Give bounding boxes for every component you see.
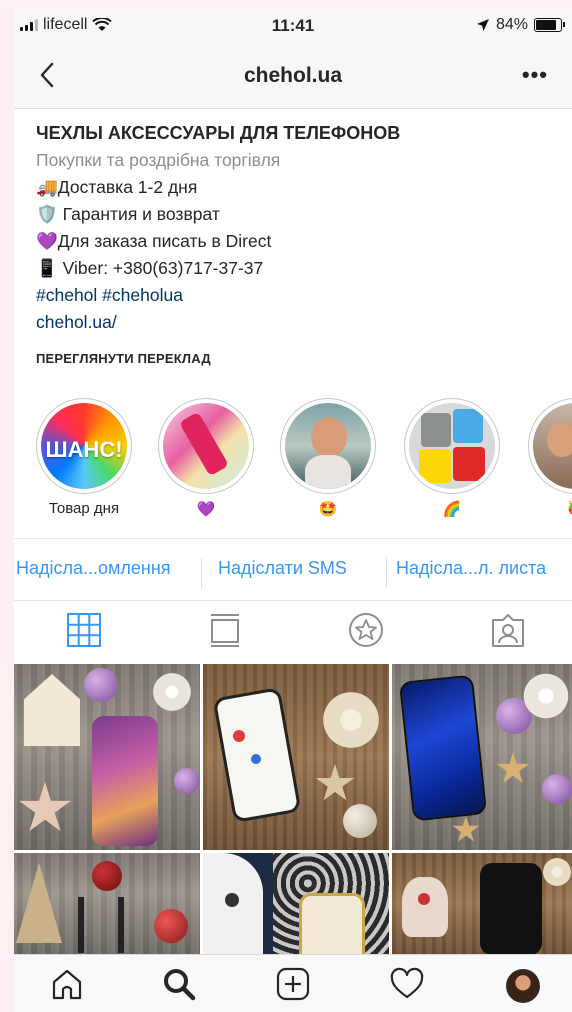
feed-icon[interactable] xyxy=(207,612,243,648)
story-highlights: ШАНС! Товар дня 💜 🤩 🌈 xyxy=(14,398,572,538)
highlight-label: 🍓 xyxy=(528,500,572,518)
bio-hashtags[interactable]: #chehol #cheholua xyxy=(36,282,556,309)
bio-line-delivery: 🚚Доставка 1-2 дня xyxy=(36,177,198,197)
bottom-tab-bar xyxy=(14,954,572,1012)
highlight-item[interactable]: 💜 xyxy=(158,398,258,518)
highlight-item[interactable]: ШАНС! Товар дня xyxy=(36,398,136,517)
bio-website-link[interactable]: chehol.ua/ xyxy=(36,309,556,336)
status-bar: lifecell 11:41 84% xyxy=(14,8,572,44)
grid-icon[interactable] xyxy=(66,612,102,648)
purple-heart-emoji-icon: 💜 xyxy=(36,231,58,251)
battery-icon xyxy=(534,18,565,32)
post-thumbnail[interactable] xyxy=(392,853,572,954)
home-icon[interactable] xyxy=(50,967,84,1001)
highlight-cover: ШАНС! xyxy=(41,403,127,489)
search-icon[interactable] xyxy=(162,967,196,1001)
tagged-icon[interactable] xyxy=(490,612,526,648)
profile-bio: ЧЕХЛЫ АКСЕССУАРЫ ДЛЯ ТЕЛЕФОНОВ Покупки т… xyxy=(36,120,556,336)
navigation-bar: chehol.ua ••• xyxy=(14,44,572,109)
highlight-cover xyxy=(409,403,495,489)
more-options-icon[interactable]: ••• xyxy=(522,62,548,88)
divider xyxy=(14,538,572,539)
profile-category: Покупки та роздрібна торгівля xyxy=(36,150,281,170)
truck-emoji-icon: 🚚 xyxy=(36,177,58,197)
divider xyxy=(201,558,202,588)
highlight-label: 🤩 xyxy=(318,501,338,518)
profile-avatar[interactable] xyxy=(506,969,540,1003)
instagram-profile-screen: lifecell 11:41 84% chehol.ua ••• ЧЕХЛЫ А… xyxy=(14,8,572,1012)
send-message-button[interactable]: Надісла...омлення xyxy=(16,558,171,579)
highlight-label: 💜 xyxy=(196,501,216,518)
post-thumbnail[interactable] xyxy=(14,853,200,954)
status-right: 84% xyxy=(476,16,565,34)
post-thumbnail[interactable] xyxy=(392,664,572,850)
phone-emoji-icon: 📱 xyxy=(36,258,58,278)
highlight-cover xyxy=(285,403,371,489)
highlight-cover-text: ШАНС! xyxy=(45,437,123,462)
send-sms-button[interactable]: Надіслати SMS xyxy=(218,558,347,579)
battery-percent: 84% xyxy=(495,16,528,33)
profile-display-name: ЧЕХЛЫ АКСЕССУАРЫ ДЛЯ ТЕЛЕФОНОВ xyxy=(36,123,401,143)
highlight-cover xyxy=(163,403,249,489)
bio-line-guarantee: 🛡️ Гарантия и возврат xyxy=(36,204,220,224)
highlight-cover xyxy=(533,403,572,489)
send-email-button[interactable]: Надісла...л. листа xyxy=(396,558,546,579)
location-arrow-icon xyxy=(476,19,489,31)
post-thumbnail[interactable] xyxy=(203,853,389,954)
highlight-label: 🌈 xyxy=(442,501,462,518)
contact-options: Надісла...омлення Надіслати SMS Надісла.… xyxy=(14,548,572,600)
divider xyxy=(386,558,387,588)
highlight-item[interactable]: 🤩 xyxy=(280,398,380,518)
profile-username: chehol.ua xyxy=(243,64,343,87)
activity-heart-icon[interactable] xyxy=(390,967,424,1001)
profile-tabs xyxy=(14,600,572,660)
post-thumbnail[interactable] xyxy=(203,664,389,850)
shield-emoji-icon: 🛡️ xyxy=(36,204,58,224)
saved-star-icon[interactable] xyxy=(348,612,384,648)
highlight-label: Товар дня xyxy=(48,500,120,517)
see-translation-button[interactable]: ПЕРЕГЛЯНУТИ ПЕРЕКЛАД xyxy=(36,351,211,366)
posts-grid xyxy=(14,664,572,954)
post-thumbnail[interactable] xyxy=(14,664,200,850)
bio-line-order: 💜Для заказа писать в Direct xyxy=(36,231,272,251)
highlight-item[interactable]: 🌈 xyxy=(404,398,504,518)
bio-line-viber: 📱 Viber: +380(63)717-37-37 xyxy=(36,258,264,278)
add-post-icon[interactable] xyxy=(276,967,310,1001)
highlight-item[interactable]: 🍓 xyxy=(528,398,572,518)
